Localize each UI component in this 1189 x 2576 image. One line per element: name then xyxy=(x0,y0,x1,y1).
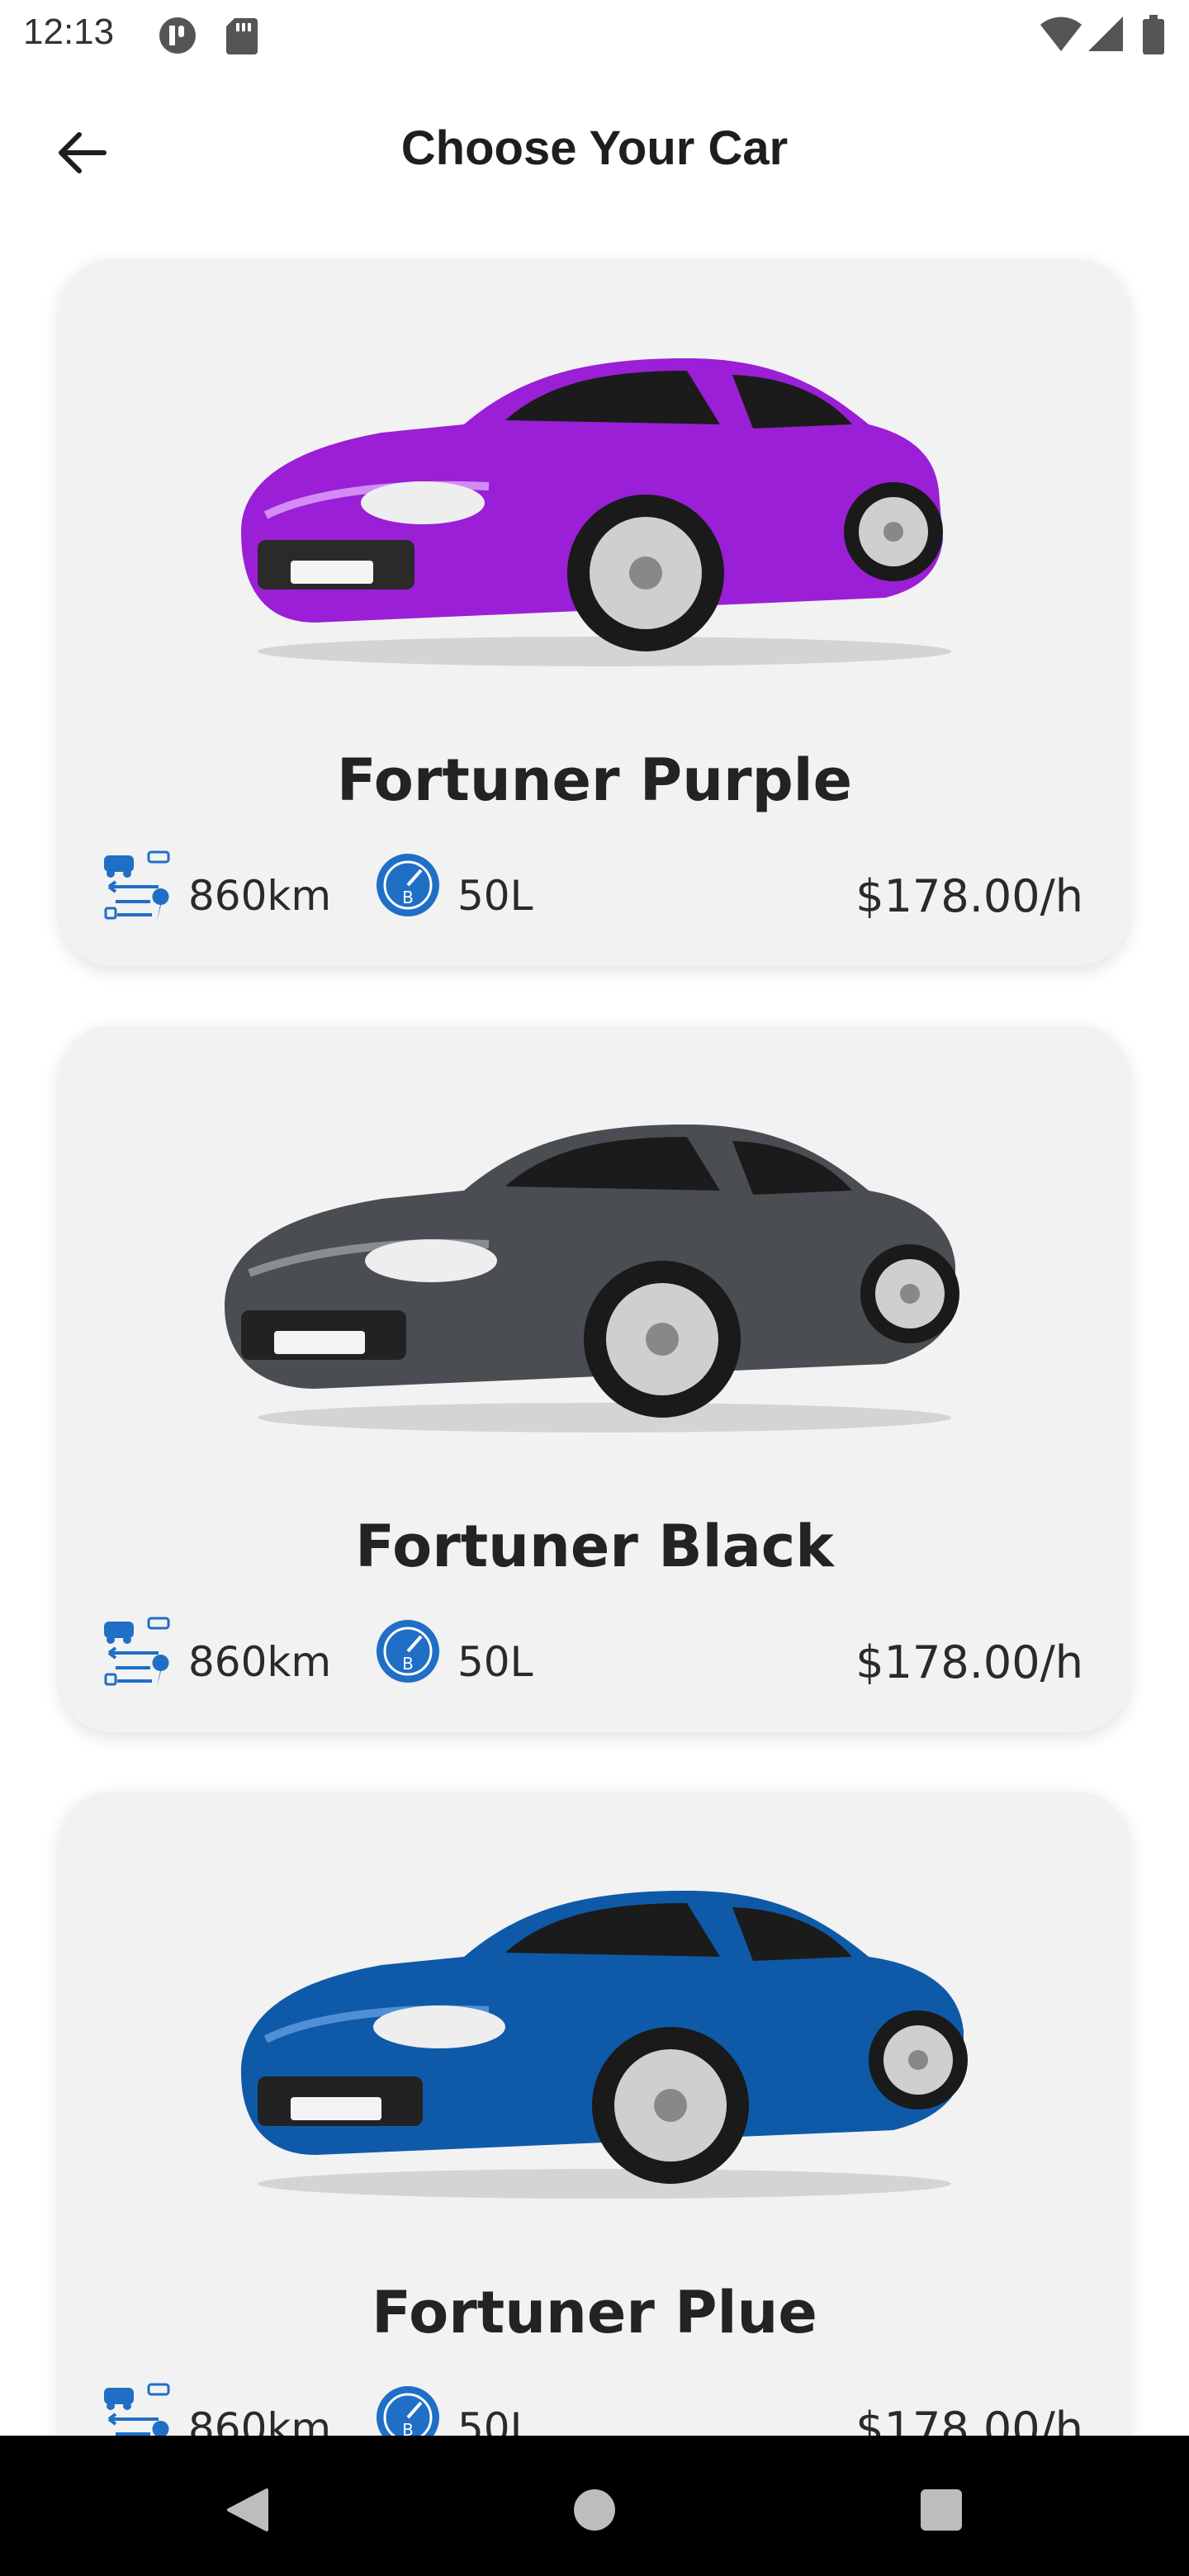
nav-back-button[interactable] xyxy=(215,2477,281,2543)
fuel-gauge-icon: B xyxy=(373,1617,443,1689)
svg-text:B: B xyxy=(402,888,414,907)
car-specs: 860km B 50L $178.00/h xyxy=(101,1617,1083,1707)
fuel-gauge-icon: B xyxy=(373,2383,443,2436)
car-list[interactable]: Fortuner Purple 860km B 50L $178.00/h Fo… xyxy=(0,0,1189,2436)
circle-home-icon xyxy=(574,2489,615,2531)
arrow-left-icon xyxy=(59,132,107,173)
route-icon xyxy=(101,1617,175,1694)
page-title: Choose Your Car xyxy=(400,121,789,175)
car-image xyxy=(241,358,951,666)
price-value: $178.00/h xyxy=(855,870,1083,922)
car-name: Fortuner Black xyxy=(355,1513,834,1580)
car-card-black[interactable]: Fortuner Black 860km B 50L $178.00/h xyxy=(59,1025,1130,1732)
nav-home-button[interactable] xyxy=(561,2477,628,2543)
price-value: $178.00/h xyxy=(855,2403,1083,2436)
app-bar: Choose Your Car xyxy=(0,99,1189,206)
car-card-blue[interactable]: Fortuner Plue 860km B 50L $178.00/h xyxy=(59,1792,1130,2436)
distance-value: 860km xyxy=(188,872,332,920)
triangle-back-icon xyxy=(227,2488,268,2531)
price-value: $178.00/h xyxy=(855,1636,1083,1688)
svg-text:B: B xyxy=(402,1654,414,1674)
car-name: Fortuner Purple xyxy=(336,746,853,814)
svg-text:B: B xyxy=(402,2420,414,2436)
fuel-gauge-icon: B xyxy=(373,850,443,923)
fuel-value: 50L xyxy=(457,2404,533,2436)
route-icon xyxy=(101,850,175,928)
route-icon xyxy=(101,2383,175,2436)
distance-value: 860km xyxy=(188,2404,332,2436)
fuel-value: 50L xyxy=(457,872,533,920)
nav-recents-button[interactable] xyxy=(908,2477,974,2543)
square-recents-icon xyxy=(921,2489,962,2531)
car-specs: 860km B 50L $178.00/h xyxy=(101,2383,1083,2436)
fuel-value: 50L xyxy=(457,1638,533,1686)
back-button[interactable] xyxy=(48,124,114,182)
car-card-purple[interactable]: Fortuner Purple 860km B 50L $178.00/h xyxy=(59,259,1130,966)
car-specs: 860km B 50L $178.00/h xyxy=(101,850,1083,941)
distance-value: 860km xyxy=(188,1638,332,1686)
system-nav-bar xyxy=(0,2436,1189,2576)
car-name: Fortuner Plue xyxy=(372,2279,817,2346)
car-image xyxy=(241,1891,968,2199)
car-image xyxy=(225,1125,959,1432)
